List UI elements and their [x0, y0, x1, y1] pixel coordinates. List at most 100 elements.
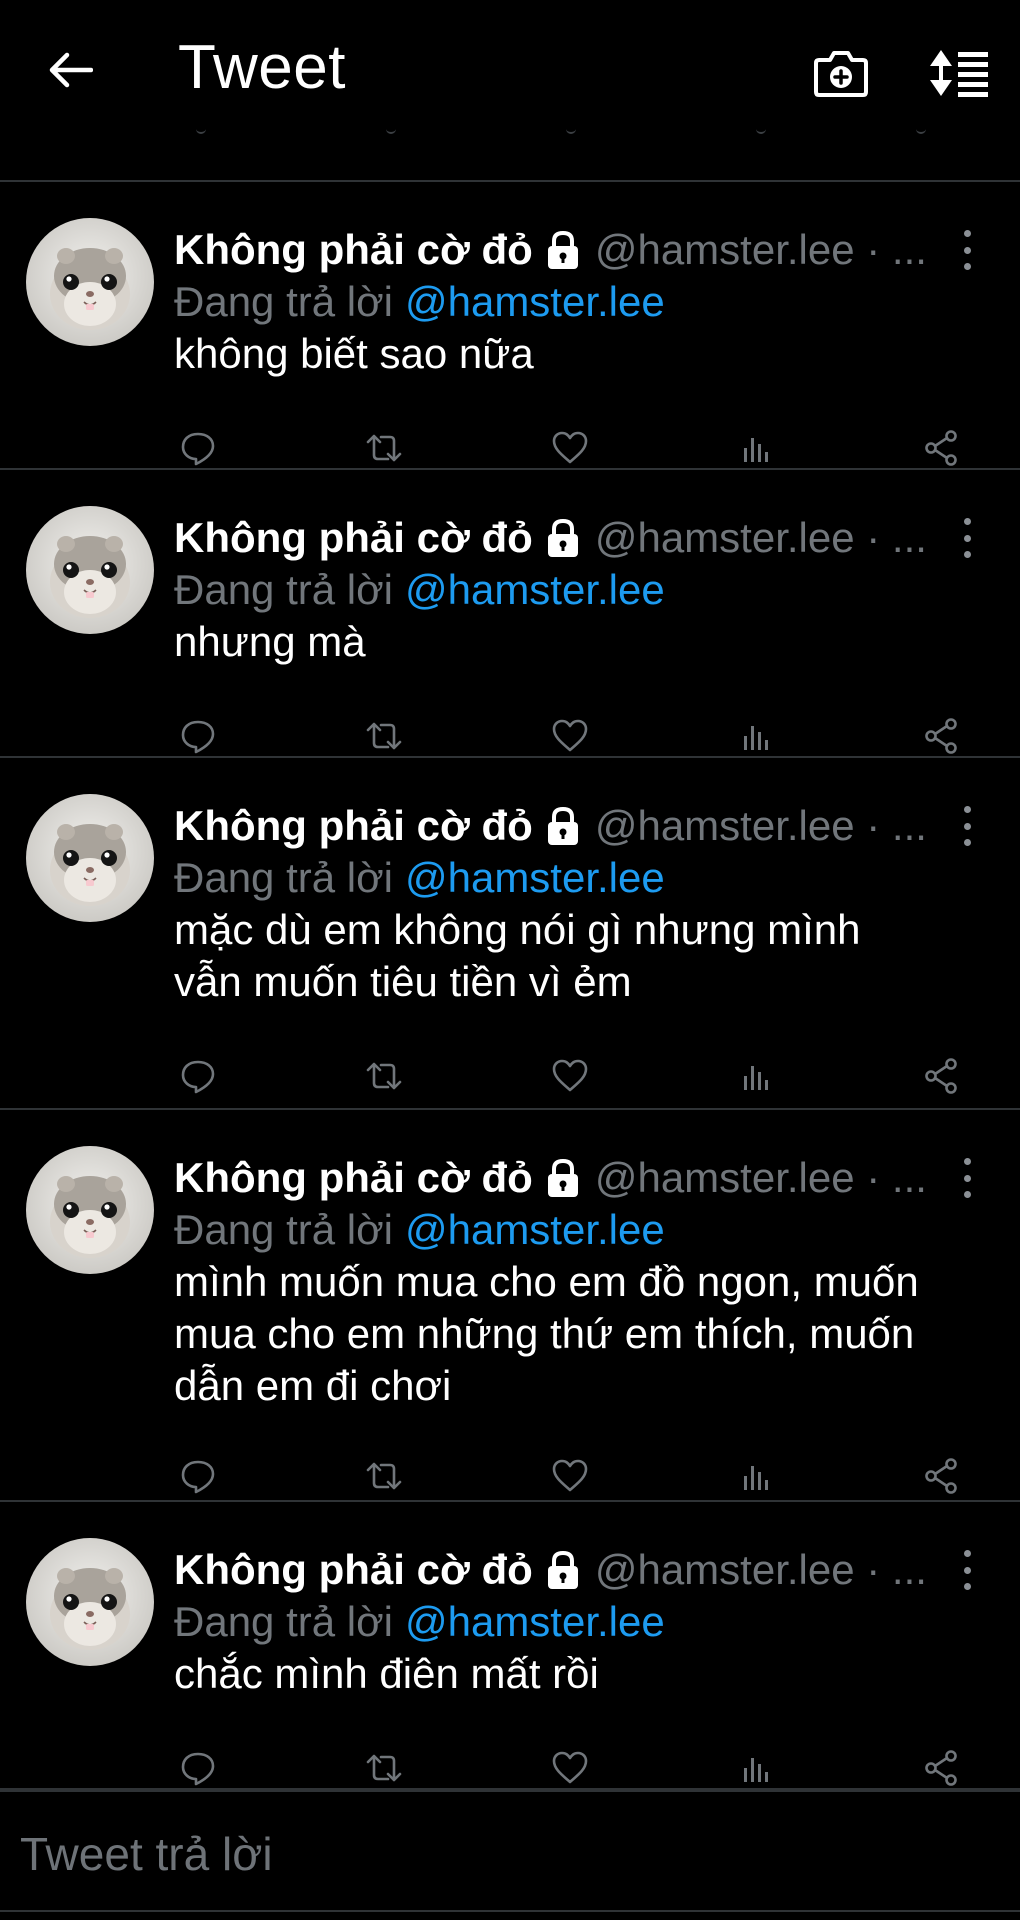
tweet-text: mặc dù em không nói gì nhưng mình vẫn muố… [174, 904, 994, 1008]
like-button[interactable] [546, 424, 594, 472]
replying-to-label: Đang trả lời [174, 566, 393, 613]
mention-link[interactable]: @hamster.lee [405, 1206, 665, 1254]
replying-to: Đang trả lời @hamster.lee [174, 850, 665, 906]
retweet-button[interactable] [360, 712, 408, 760]
like-icon [550, 716, 590, 756]
analytics-button[interactable] [732, 1744, 780, 1792]
display-name[interactable]: Không phải cờ đỏ [174, 1546, 533, 1594]
tweet-header: Không phải cờ đỏ @hamster.lee · ... [174, 798, 974, 854]
replying-to-label: Đang trả lời [174, 854, 393, 901]
like-button[interactable] [546, 1744, 594, 1792]
analytics-button[interactable] [732, 1452, 780, 1500]
tweet-header: Không phải cờ đỏ @hamster.lee · ... [174, 1542, 974, 1598]
reply-button[interactable] [174, 1744, 222, 1792]
reply-icon [178, 1056, 218, 1096]
tweet-item[interactable]: Không phải cờ đỏ @hamster.lee · ... Đang… [0, 758, 1020, 1110]
more-options-button[interactable] [954, 806, 980, 846]
retweet-button[interactable] [360, 424, 408, 472]
tweet-item[interactable]: Không phải cờ đỏ @hamster.lee · ... Đang… [0, 470, 1020, 758]
tweet-text-line: mua cho em những thứ em thích, muốn [174, 1310, 915, 1357]
share-button[interactable] [918, 1452, 966, 1500]
display-name[interactable]: Không phải cờ đỏ [174, 1154, 533, 1202]
avatar[interactable] [26, 218, 154, 346]
retweet-button[interactable] [360, 1052, 408, 1100]
more-options-button[interactable] [954, 230, 980, 270]
tweet-text-line: nhưng mà [174, 618, 366, 665]
mention-link[interactable]: @hamster.lee [405, 854, 665, 902]
share-button[interactable] [918, 712, 966, 760]
tweet-text-line: vẫn muốn tiêu tiền vì ẻm [174, 958, 632, 1005]
reply-button[interactable] [174, 1452, 222, 1500]
like-button[interactable] [546, 1452, 594, 1500]
camera-button[interactable] [810, 42, 872, 104]
tweet-actions [174, 1452, 974, 1500]
analytics-button[interactable] [732, 712, 780, 760]
retweet-button[interactable] [360, 1744, 408, 1792]
tweet-text: không biết sao nữa [174, 328, 994, 380]
display-name[interactable]: Không phải cờ đỏ [174, 802, 533, 850]
analytics-button[interactable] [732, 1052, 780, 1100]
reply-button[interactable] [174, 1052, 222, 1100]
arrow-left-icon [49, 52, 93, 88]
avatar[interactable] [26, 1146, 154, 1274]
share-button[interactable] [918, 1052, 966, 1100]
tweet-header: Không phải cờ đỏ @hamster.lee · ... [174, 222, 974, 278]
replying-to-label: Đang trả lời [174, 278, 393, 325]
avatar[interactable] [26, 506, 154, 634]
reply-icon [178, 1456, 218, 1496]
replying-to: Đang trả lời @hamster.lee [174, 562, 665, 618]
replying-to: Đang trả lời @hamster.lee [174, 1594, 665, 1650]
tweet-text: chắc mình điên mất rồi [174, 1648, 994, 1700]
display-name[interactable]: Không phải cờ đỏ [174, 514, 533, 562]
like-icon [550, 1456, 590, 1496]
tweet-item[interactable]: Không phải cờ đỏ @hamster.lee · ... Đang… [0, 182, 1020, 470]
kebab-dot-icon [963, 518, 971, 525]
more-options-button[interactable] [954, 518, 980, 558]
scrolled-actions-remnant [0, 128, 1020, 148]
analytics-icon [736, 1456, 776, 1496]
kebab-dot-icon [963, 1583, 971, 1590]
tweet-actions [174, 712, 974, 760]
display-name[interactable]: Không phải cờ đỏ [174, 226, 533, 274]
share-icon [922, 1456, 962, 1496]
kebab-dot-icon [963, 1174, 971, 1182]
tweet-text-line: mình muốn mua cho em đồ ngon, muốn [174, 1258, 919, 1305]
kebab-dot-icon [963, 263, 971, 270]
like-button[interactable] [546, 712, 594, 760]
avatar[interactable] [26, 1538, 154, 1666]
replying-to-label: Đang trả lời [174, 1206, 393, 1253]
avatar[interactable] [26, 794, 154, 922]
reply-composer [0, 1790, 1020, 1920]
tweet-item[interactable]: Không phải cờ đỏ @hamster.lee · ... Đang… [0, 1502, 1020, 1790]
mention-link[interactable]: @hamster.lee [405, 566, 665, 614]
like-button[interactable] [546, 1052, 594, 1100]
user-handle: @hamster.lee · ... [594, 802, 927, 849]
retweet-icon [364, 1748, 404, 1788]
retweet-icon [364, 428, 404, 468]
mention-link[interactable]: @hamster.lee [405, 278, 665, 326]
share-icon [922, 428, 962, 468]
share-button[interactable] [918, 424, 966, 472]
like-icon [550, 1056, 590, 1096]
replying-to: Đang trả lời @hamster.lee [174, 274, 665, 330]
like-icon [550, 1748, 590, 1788]
tweet-actions [174, 1744, 974, 1792]
reply-input[interactable] [20, 1814, 1000, 1894]
retweet-button[interactable] [360, 1452, 408, 1500]
sort-button[interactable] [926, 42, 994, 104]
share-button[interactable] [918, 1744, 966, 1792]
analytics-button[interactable] [732, 424, 780, 472]
share-icon [922, 716, 962, 756]
mention-link[interactable]: @hamster.lee [405, 1598, 665, 1646]
tweet-actions [174, 424, 974, 472]
reply-button[interactable] [174, 424, 222, 472]
kebab-dot-icon [963, 839, 971, 846]
tweet-header: Không phải cờ đỏ @hamster.lee · ... [174, 1150, 974, 1206]
tweet-text-line: mặc dù em không nói gì nhưng mình [174, 906, 861, 953]
tweet-item[interactable]: Không phải cờ đỏ @hamster.lee · ... Đang… [0, 1110, 1020, 1502]
reply-button[interactable] [174, 712, 222, 760]
more-options-button[interactable] [954, 1158, 980, 1198]
back-button[interactable] [40, 40, 100, 100]
divider [0, 1910, 1020, 1912]
more-options-button[interactable] [954, 1550, 980, 1590]
